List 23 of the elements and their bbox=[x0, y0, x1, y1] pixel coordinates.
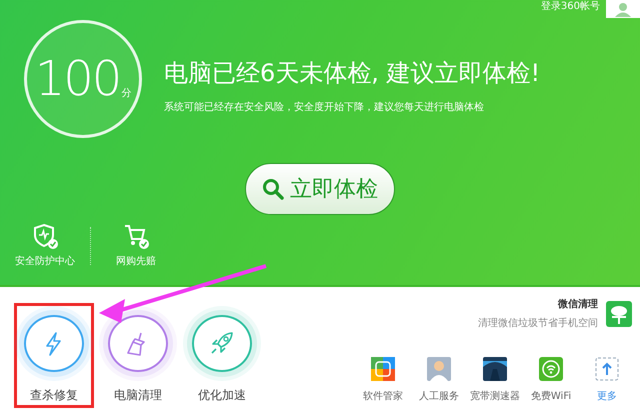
scan-button[interactable]: 立即体检 bbox=[245, 163, 395, 215]
shield-icon[interactable] bbox=[32, 223, 58, 250]
speed-gauge-icon[interactable] bbox=[483, 357, 507, 381]
app-grid-icon[interactable] bbox=[371, 357, 395, 381]
promo-subtitle: 清理微信垃圾节省手机空间 bbox=[478, 316, 598, 331]
app-label[interactable]: 软件管家 bbox=[363, 389, 403, 404]
app-label[interactable]: 人工服务 bbox=[419, 389, 459, 404]
wifi-icon[interactable] bbox=[539, 357, 563, 381]
cart-icon[interactable] bbox=[122, 223, 150, 250]
tool-button[interactable]: 优化加速 bbox=[182, 303, 262, 408]
person-silhouette-icon bbox=[614, 1, 632, 17]
search-icon bbox=[262, 178, 284, 200]
tool-button[interactable]: 查杀修复 bbox=[14, 303, 94, 408]
promo-title[interactable]: 微信清理 bbox=[558, 297, 598, 312]
app-label[interactable]: 更多 bbox=[597, 389, 617, 404]
headline: 电脑已经6天未体检, 建议立即体检! bbox=[164, 58, 540, 88]
app-label[interactable]: 宽带测速器 bbox=[470, 389, 520, 404]
avatar-icon[interactable] bbox=[606, 0, 640, 18]
score-unit: 分 bbox=[121, 87, 132, 101]
person-icon[interactable] bbox=[427, 357, 451, 381]
score-value: 100 bbox=[34, 55, 120, 103]
app-label[interactable]: 免费WiFi bbox=[530, 389, 572, 404]
subtext: 系统可能已经存在安全风险，安全度开始下降，建议您每天进行电脑体检 bbox=[164, 100, 485, 115]
